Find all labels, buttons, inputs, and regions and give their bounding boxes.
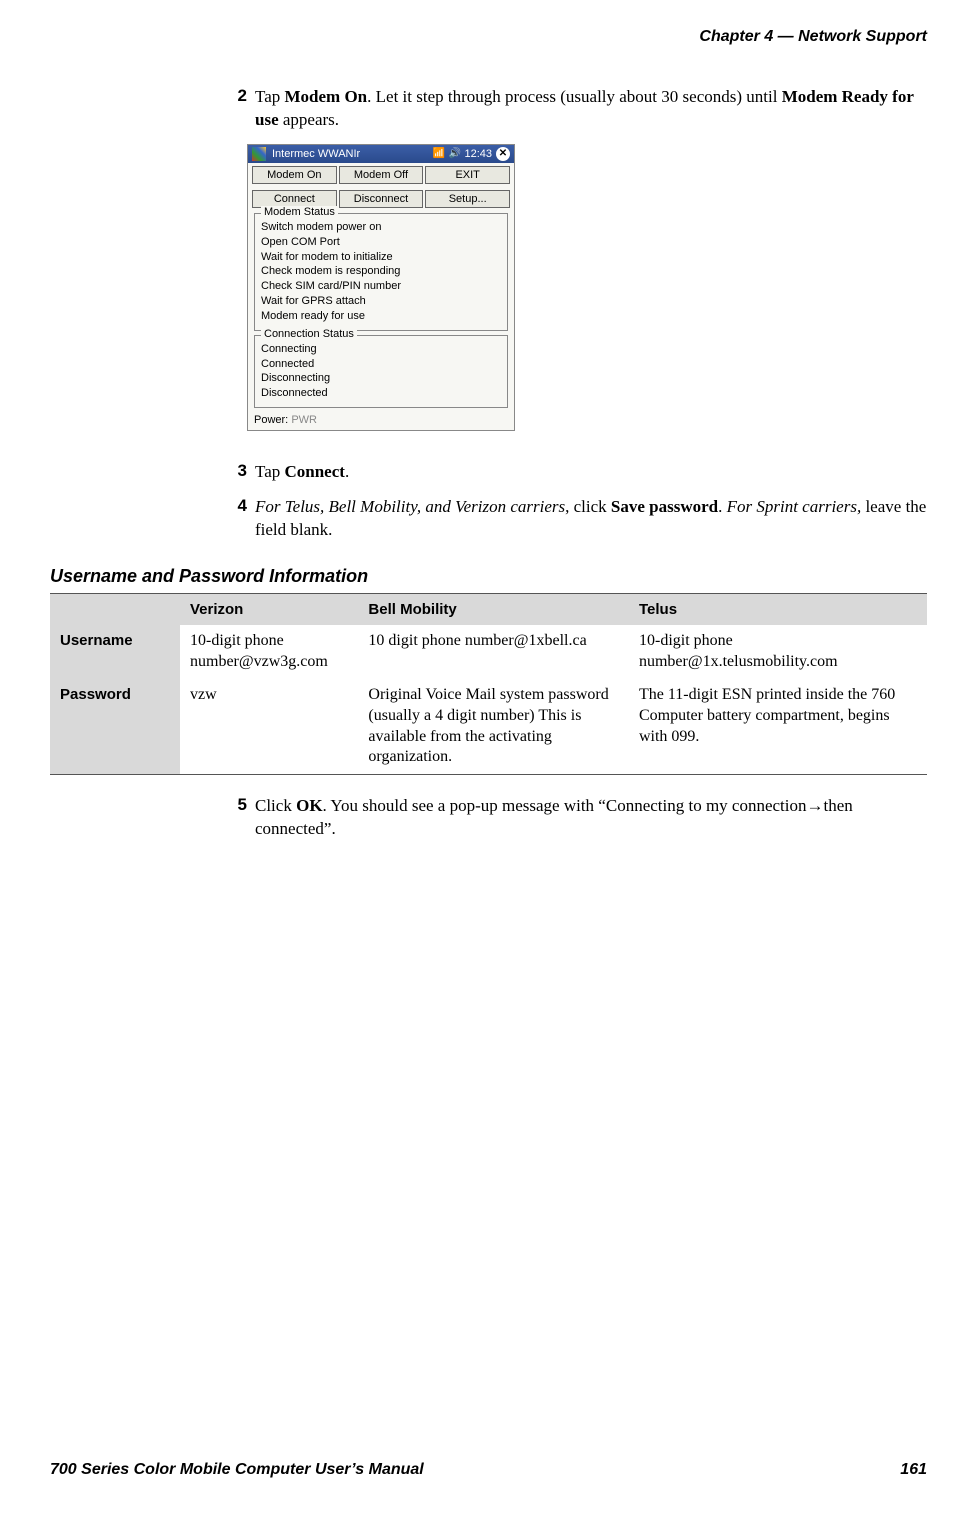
page-footer: 700 Series Color Mobile Computer User’s … [50, 1461, 927, 1479]
status-line: Switch modem power on [261, 220, 501, 235]
table-row: Username 10-digit phone number@vzw3g.com… [50, 625, 927, 679]
text: . [345, 462, 349, 481]
table-header: Bell Mobility [358, 593, 629, 625]
modem-off-button[interactable]: Modem Off [339, 166, 424, 184]
step-number: 3 [225, 461, 255, 484]
bold-text: Connect [285, 462, 345, 481]
status-line: Wait for GPRS attach [261, 294, 501, 309]
status-line: Check modem is responding [261, 264, 501, 279]
text: . Let it step through process (usually a… [367, 87, 782, 106]
text: Tap [255, 87, 285, 106]
step-text: Click OK. You should see a pop-up messag… [255, 795, 927, 841]
power-row: Power: PWR [248, 412, 514, 430]
status-line: Disconnected [261, 386, 501, 401]
table-header: Telus [629, 593, 927, 625]
app-title: Intermec WWANIr [272, 148, 360, 160]
text: . You should see a pop-up message with “… [255, 796, 853, 838]
table-title: Username and Password Information [50, 566, 927, 587]
status-line: Connected [261, 357, 501, 372]
group-legend: Modem Status [261, 206, 338, 218]
row-label: Username [50, 625, 180, 679]
step-2: 2 Tap Modem On. Let it step through proc… [225, 86, 927, 132]
status-line: Check SIM card/PIN number [261, 279, 501, 294]
group-legend: Connection Status [261, 328, 357, 340]
exit-button[interactable]: EXIT [425, 166, 510, 184]
power-value: PWR [291, 414, 317, 426]
speaker-icon: 🔊 [448, 148, 460, 160]
step-text: Tap Modem On. Let it step through proces… [255, 86, 927, 132]
clock: 12:43 [464, 148, 492, 160]
bold-text: Save password [611, 497, 718, 516]
step-number: 5 [225, 795, 255, 841]
step-number: 2 [225, 86, 255, 132]
modem-status-group: Modem Status Switch modem power on Open … [254, 213, 508, 331]
setup-button[interactable]: Setup... [425, 190, 510, 208]
status-line: Disconnecting [261, 371, 501, 386]
row-label: Password [50, 679, 180, 775]
power-label: Power: [254, 414, 288, 426]
step-4: 4 For Telus, Bell Mobility, and Verizon … [225, 496, 927, 542]
status-line: Wait for modem to initialize [261, 250, 501, 265]
step-text: Tap Connect. [255, 461, 927, 484]
italic-text: For Sprint carriers, [727, 497, 862, 516]
device-screenshot: Intermec WWANIr 📶 🔊 12:43 ✕ Modem On Mod… [247, 144, 515, 431]
credentials-table: Verizon Bell Mobility Telus Username 10-… [50, 593, 927, 775]
connection-status-group: Connection Status Connecting Connected D… [254, 335, 508, 408]
text: appears. [279, 110, 339, 129]
table-cell: 10-digit phone number@1x.telusmobility.c… [629, 625, 927, 679]
modem-on-button[interactable]: Modem On [252, 166, 337, 184]
bold-text: Modem On [285, 87, 368, 106]
signal-icon: 📶 [432, 148, 444, 160]
status-line: Open COM Port [261, 235, 501, 250]
windows-icon [252, 147, 266, 161]
text: , click [565, 497, 611, 516]
text: Click [255, 796, 296, 815]
status-line: Connecting [261, 342, 501, 357]
page-header: Chapter 4 — Network Support [50, 28, 927, 46]
text: Tap [255, 462, 285, 481]
italic-text: For Telus, Bell Mobility, and Verizon ca… [255, 497, 565, 516]
close-icon[interactable]: ✕ [496, 147, 510, 161]
step-3: 3 Tap Connect. [225, 461, 927, 484]
table-header [50, 593, 180, 625]
step-number: 4 [225, 496, 255, 542]
status-line: Modem ready for use [261, 309, 501, 324]
table-row: Password vzw Original Voice Mail system … [50, 679, 927, 775]
table-cell: The 11-digit ESN printed inside the 760 … [629, 679, 927, 775]
table-cell: 10 digit phone number@1xbell.ca [358, 625, 629, 679]
disconnect-button[interactable]: Disconnect [339, 190, 424, 208]
step-text: For Telus, Bell Mobility, and Verizon ca… [255, 496, 927, 542]
table-cell: vzw [180, 679, 358, 775]
table-cell: Original Voice Mail system password (usu… [358, 679, 629, 775]
table-cell: 10-digit phone number@vzw3g.com [180, 625, 358, 679]
text: . [718, 497, 727, 516]
bold-text: OK [296, 796, 322, 815]
table-header: Verizon [180, 593, 358, 625]
page-number: 161 [900, 1461, 927, 1479]
title-bar: Intermec WWANIr 📶 🔊 12:43 ✕ [248, 145, 514, 163]
step-5: 5 Click OK. You should see a pop-up mess… [225, 795, 927, 841]
footer-manual-title: 700 Series Color Mobile Computer User’s … [50, 1461, 424, 1479]
